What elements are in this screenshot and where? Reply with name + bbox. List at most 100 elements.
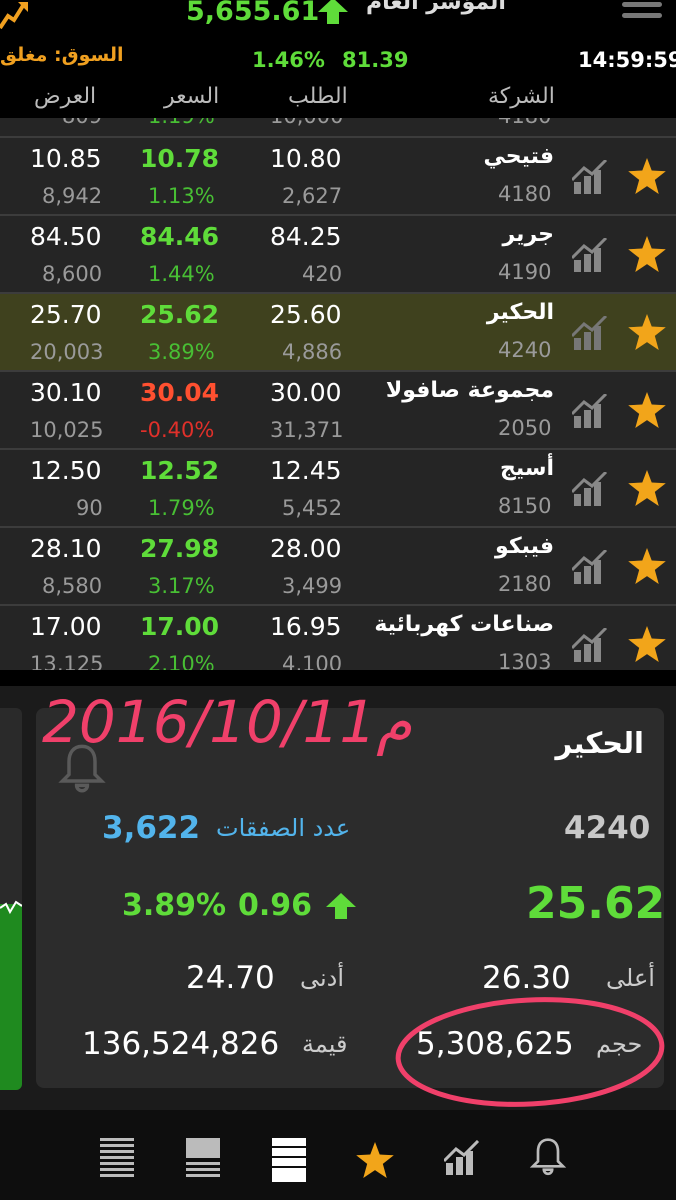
stock-code: 2050: [498, 416, 552, 440]
stock-code: 2180: [498, 572, 552, 596]
last-price: 25.62: [140, 300, 220, 329]
ask-price: 25.70: [30, 300, 102, 329]
chart-icon[interactable]: [0, 0, 30, 30]
column-header-bid[interactable]: الطلب: [288, 84, 348, 109]
stock-detail-card: الحكير 4240 عدد الصفقات 3,622 25.62 0.96…: [36, 708, 666, 1088]
detail-stock-name: الحكير: [555, 726, 644, 760]
index-label: المؤشر العام: [366, 0, 506, 15]
bell-icon[interactable]: [528, 1136, 568, 1180]
stock-code: 4180: [498, 182, 552, 206]
chart-icon[interactable]: [572, 316, 610, 350]
star-icon[interactable]: [628, 470, 666, 506]
table-row-selected[interactable]: 25.70 20,003 25.62 3.89% 25.60 4,886 الح…: [0, 294, 676, 372]
chart-icon[interactable]: [444, 1140, 482, 1176]
star-icon[interactable]: [628, 392, 666, 428]
last-price: 27.98: [140, 534, 220, 563]
change-pct: 2.10%: [148, 652, 215, 670]
stock-name: مجموعة صافولا: [385, 378, 554, 403]
column-header-company[interactable]: الشركة: [488, 84, 555, 109]
change-pct: 3.89%: [148, 340, 215, 364]
bid-price: 10.80: [270, 144, 342, 173]
chart-icon[interactable]: [572, 238, 610, 272]
stock-name: فيبكو: [495, 534, 554, 559]
bid-price: 30.00: [270, 378, 342, 407]
high-label: أعلى: [606, 964, 655, 992]
ask-price: 30.10: [30, 378, 102, 407]
index-change-value: 81.39: [342, 48, 409, 72]
stock-name: فتيحي: [483, 144, 554, 169]
trades-label: عدد الصفقات: [216, 814, 351, 842]
low-label: أدنى: [300, 964, 345, 992]
bid-qty: 3,499: [282, 574, 343, 598]
chart-icon[interactable]: [572, 628, 610, 662]
stock-code: 8150: [498, 494, 552, 518]
star-icon[interactable]: [628, 158, 666, 194]
ask-price: 28.10: [30, 534, 102, 563]
chart-icon[interactable]: [572, 160, 610, 194]
mini-chart-graphic: [0, 900, 22, 1090]
column-header-price[interactable]: السعر: [164, 84, 219, 109]
stock-code: 4180: [498, 118, 551, 128]
star-icon[interactable]: [628, 314, 666, 350]
ask-qty: 20,003: [30, 340, 104, 364]
ask-qty: 8,600: [42, 262, 103, 286]
stock-name: الحكير: [486, 300, 554, 325]
bid-qty: 4,886: [282, 340, 343, 364]
stock-code: 4190: [498, 260, 552, 284]
detail-price: 25.62: [526, 878, 666, 929]
menu-icon[interactable]: [622, 2, 662, 26]
mini-chart[interactable]: [0, 708, 22, 1090]
star-icon[interactable]: [628, 236, 666, 272]
ask-price: 10.85: [30, 144, 102, 173]
bid-price: 16.95: [270, 612, 342, 641]
star-icon[interactable]: [628, 548, 666, 584]
market-status: السوق: مغلق: [0, 44, 124, 66]
table-row[interactable]: 30.10 10,025 30.04 -0.40% 30.00 31,371 م…: [0, 372, 676, 450]
quotes-icon[interactable]: [186, 1138, 220, 1182]
table-row[interactable]: 28.10 8,580 27.98 3.17% 28.00 3,499 فيبك…: [0, 528, 676, 606]
stock-code: 4240: [498, 338, 552, 362]
last-price: 10.78: [140, 144, 220, 173]
bid-qty: 2,627: [282, 184, 343, 208]
ask-price: 84.50: [30, 222, 102, 251]
bell-icon[interactable]: [56, 742, 108, 794]
star-icon[interactable]: [628, 626, 666, 662]
ask-qty: 809: [62, 118, 102, 128]
bid-price: 28.00: [270, 534, 342, 563]
stock-name: جرير: [502, 222, 555, 247]
change-pct: 1.13%: [148, 184, 215, 208]
ask-qty: 13,125: [30, 652, 104, 670]
bid-price: 84.25: [270, 222, 342, 251]
bid-price: 25.60: [270, 300, 342, 329]
value-label: قيمة: [302, 1030, 348, 1058]
change-pct: 3.17%: [148, 574, 215, 598]
chart-icon[interactable]: [572, 394, 610, 428]
ask-qty: 8,580: [42, 574, 103, 598]
bid-qty: 10,000: [270, 118, 343, 128]
table-row[interactable]: 10.85 8,942 10.78 1.13% 10.80 2,627 فتيح…: [0, 138, 676, 216]
stock-list[interactable]: 809 1.19% 10,000 4180 10.85 8,942 10.78 …: [0, 118, 676, 670]
ask-price: 17.00: [30, 612, 102, 641]
bid-qty: 420: [302, 262, 343, 286]
table-icon[interactable]: [272, 1138, 306, 1182]
star-icon[interactable]: [356, 1142, 394, 1178]
detail-stock-code: 4240: [564, 810, 651, 846]
traded-value: 136,524,826: [82, 1026, 280, 1062]
ask-price: 12.50: [30, 456, 102, 485]
stock-name: أسيج: [499, 456, 554, 481]
chart-icon[interactable]: [572, 472, 610, 506]
table-row[interactable]: 84.50 8,600 84.46 1.44% 84.25 420 جرير 4…: [0, 216, 676, 294]
column-header-ask[interactable]: العرض: [34, 84, 96, 109]
change-pct: 1.19%: [148, 118, 215, 128]
list-icon[interactable]: [100, 1138, 134, 1182]
table-row-partial[interactable]: 809 1.19% 10,000 4180: [0, 118, 676, 138]
last-price: 84.46: [140, 222, 220, 251]
detail-change-pct: 3.89%: [122, 888, 227, 923]
chart-icon[interactable]: [572, 550, 610, 584]
bid-qty: 5,452: [282, 496, 343, 520]
change-pct: 1.79%: [148, 496, 215, 520]
change-pct: -0.40%: [140, 418, 215, 442]
table-row[interactable]: 17.00 13,125 17.00 2.10% 16.95 4,100 صنا…: [0, 606, 676, 670]
table-row[interactable]: 12.50 90 12.52 1.79% 12.45 5,452 أسيج 81…: [0, 450, 676, 528]
bottom-nav: [0, 1110, 676, 1200]
